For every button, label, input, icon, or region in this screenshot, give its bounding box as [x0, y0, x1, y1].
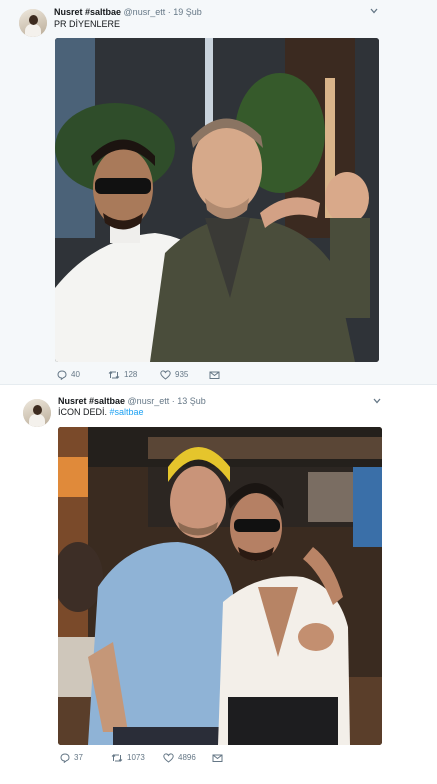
photo-illustration	[58, 427, 382, 745]
avatar[interactable]	[19, 9, 47, 37]
tweet-text: PR DİYENLERE	[54, 19, 120, 30]
tweet-header: Nusret #saltbae @nusr_ett · 13 Şub	[58, 396, 206, 407]
reply-icon	[57, 370, 67, 380]
tweet-photo[interactable]	[55, 38, 379, 362]
hashtag-link[interactable]: #saltbae	[110, 407, 144, 417]
tweet-text-body: PR DİYENLERE	[54, 19, 121, 29]
retweet-count: 128	[124, 370, 138, 379]
retweet-icon	[111, 754, 123, 762]
like-icon	[163, 753, 174, 763]
separator-dot: ·	[171, 396, 175, 406]
tweet-text: İCON DEDİ. #saltbae	[58, 407, 144, 418]
tweet-date[interactable]: 19 Şub	[173, 7, 202, 17]
tweet-text-body: İCON DEDİ.	[58, 407, 110, 417]
like-icon	[160, 370, 171, 380]
retweet-icon	[108, 371, 120, 379]
tweet-photo[interactable]	[58, 427, 382, 745]
user-handle[interactable]: @nusr_ett	[128, 396, 170, 406]
user-handle[interactable]: @nusr_ett	[124, 7, 166, 17]
tweet-1[interactable]: Nusret #saltbae @nusr_ett · 19 Şub PR Dİ…	[0, 0, 437, 385]
reply-icon	[60, 753, 70, 763]
message-icon	[212, 754, 223, 762]
avatar[interactable]	[23, 399, 51, 427]
chevron-down-icon[interactable]	[370, 8, 378, 14]
user-name[interactable]: Nusret #saltbae	[58, 396, 125, 406]
reply-count: 40	[71, 370, 80, 379]
chevron-down-icon[interactable]	[373, 398, 381, 404]
like-count: 935	[175, 370, 189, 379]
message-icon	[209, 371, 220, 379]
tweet-2[interactable]: Nusret #saltbae @nusr_ett · 13 Şub İCON …	[0, 392, 437, 784]
reply-count: 37	[74, 753, 83, 762]
tweet-date[interactable]: 13 Şub	[177, 396, 206, 406]
tweet-header: Nusret #saltbae @nusr_ett · 19 Şub	[54, 7, 202, 18]
like-count: 4896	[178, 753, 196, 762]
retweet-count: 1073	[127, 753, 145, 762]
user-name[interactable]: Nusret #saltbae	[54, 7, 121, 17]
separator-dot: ·	[167, 7, 171, 17]
photo-illustration	[55, 38, 379, 362]
